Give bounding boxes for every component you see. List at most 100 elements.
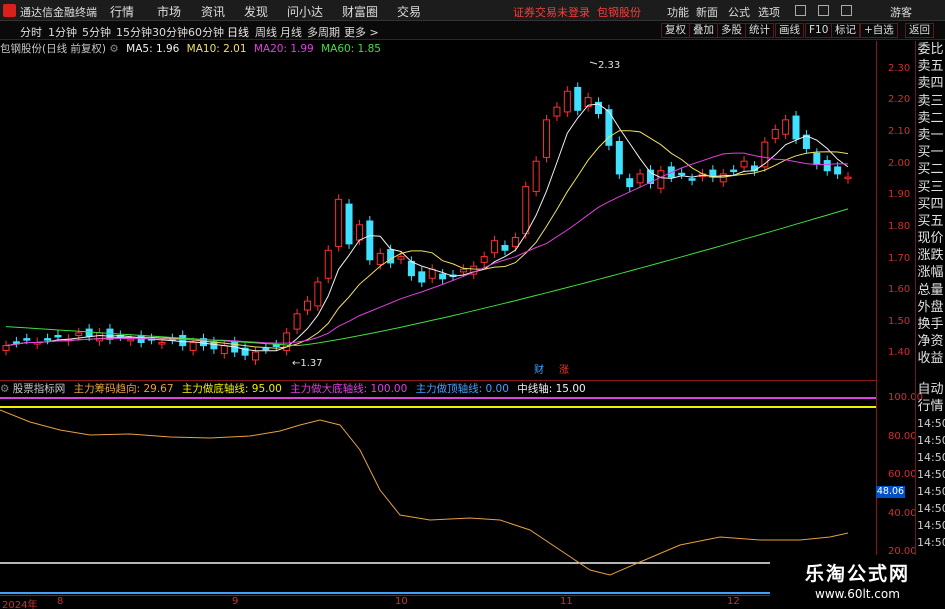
- candle-body: [44, 338, 52, 341]
- chart-canvas[interactable]: 2.33 ←1.37 财 涨: [0, 0, 876, 609]
- x-axis-month-10: 10: [395, 596, 408, 607]
- candle-body: [657, 170, 665, 189]
- price-tick: 2.20: [888, 94, 911, 105]
- candle-body: [366, 220, 374, 261]
- quote-label: 卖三: [917, 93, 944, 109]
- candle-body: [54, 334, 62, 338]
- tool-fanhui[interactable]: 返回: [905, 23, 934, 38]
- ma10-line: [5, 130, 849, 349]
- quote-label: 委比: [917, 42, 944, 57]
- x-axis-month-8: 8: [57, 596, 64, 607]
- candle-body: [730, 169, 738, 173]
- candle-body: [127, 338, 135, 342]
- watermark-url: www.60lt.com: [815, 587, 900, 601]
- trade-time: 14:50: [917, 536, 945, 549]
- candle-body: [543, 119, 551, 158]
- quote-label: 卖一: [917, 127, 944, 143]
- candle-body: [792, 115, 800, 140]
- quote-label: 买四: [917, 196, 944, 212]
- candle-body: [407, 260, 415, 277]
- candle-body: [314, 281, 322, 307]
- candle-body: [210, 341, 218, 350]
- candle-body: [75, 332, 83, 336]
- candle-body: [813, 152, 821, 165]
- quote-label: 换手: [917, 317, 944, 332]
- price-tick: 2.30: [888, 63, 911, 74]
- quote-label: 买二: [917, 162, 944, 178]
- candle-body: [480, 256, 488, 263]
- chouma-line: [0, 409, 849, 576]
- trade-time: 14:50: [917, 519, 945, 532]
- candle-body: [335, 198, 343, 247]
- candle-body: [678, 172, 686, 176]
- axis-divider: [876, 41, 877, 609]
- candle-body: [439, 273, 447, 280]
- price-tick: 1.80: [888, 221, 911, 232]
- candle-body: [553, 106, 561, 117]
- quote-label: 总量: [917, 282, 944, 298]
- watermark: 乐淘公式网 www.60lt.com: [770, 555, 945, 609]
- candle-body: [397, 256, 405, 260]
- price-tick: 2.00: [888, 158, 911, 169]
- candle-body: [303, 300, 311, 311]
- candle-body: [501, 244, 509, 251]
- price-tick: 2.10: [888, 126, 911, 137]
- quote-label: 现价: [917, 231, 944, 247]
- x-axis-year: 2024年: [2, 600, 38, 609]
- indicator-tick: 60.00: [888, 469, 917, 480]
- candle-body: [740, 160, 748, 168]
- indicator-tick: 40.00: [888, 508, 917, 519]
- high-price-label: 2.33: [598, 60, 620, 71]
- marker-zhang: 涨: [559, 364, 569, 376]
- quote-label: 买三: [917, 179, 944, 195]
- candle-body: [574, 86, 582, 111]
- candle-body: [189, 341, 197, 351]
- guest-label[interactable]: 游客: [890, 4, 912, 20]
- quote-label: 外盘: [917, 299, 944, 315]
- candle-body: [636, 173, 644, 184]
- x-axis-month-12: 12: [727, 596, 740, 607]
- quote-label: 卖四: [917, 76, 944, 92]
- candle-body: [345, 203, 353, 245]
- candle-body: [96, 332, 104, 342]
- candle-body: [834, 166, 842, 175]
- quote-label: 涨幅: [917, 265, 944, 281]
- candle-body: [719, 173, 727, 183]
- quote-label: 卖二: [917, 110, 944, 126]
- indicator-current-value: 48.06: [876, 486, 905, 498]
- candle-body: [12, 341, 20, 344]
- price-tick: 1.40: [888, 347, 911, 358]
- candle-body: [293, 313, 301, 330]
- trade-time: 14:50: [917, 468, 945, 481]
- candle-body: [532, 160, 540, 192]
- sidebar-tab[interactable]: 行情: [916, 398, 945, 415]
- quote-label: 净资: [917, 334, 944, 350]
- candle-body: [158, 341, 166, 345]
- candle-body: [688, 178, 696, 181]
- price-tick: 1.50: [888, 316, 911, 327]
- ma60-line: [5, 208, 849, 347]
- sidebar-tab[interactable]: 自动: [916, 381, 945, 398]
- trade-time: 14:50: [917, 417, 945, 430]
- candle-body: [220, 345, 228, 355]
- x-axis-month-9: 9: [232, 596, 239, 607]
- candle-body: [563, 90, 571, 113]
- candle-body: [615, 140, 623, 175]
- candle-body: [491, 240, 499, 254]
- candle-body: [2, 345, 10, 351]
- candle-body: [428, 268, 436, 279]
- candle-body: [511, 237, 519, 247]
- candle-body: [750, 165, 758, 172]
- trade-time: 14:50: [917, 451, 945, 464]
- quote-label: 收益: [917, 351, 944, 367]
- candle-body: [23, 338, 31, 341]
- candle-body: [262, 347, 270, 351]
- x-axis-month-11: 11: [560, 596, 573, 607]
- candle-body: [522, 186, 530, 235]
- trade-time: 14:50: [917, 502, 945, 515]
- low-price-label: ←1.37: [292, 358, 323, 369]
- price-tick: 1.60: [888, 284, 911, 295]
- price-tick: 1.90: [888, 189, 911, 200]
- candle-body: [844, 176, 852, 180]
- candle-body: [771, 128, 779, 139]
